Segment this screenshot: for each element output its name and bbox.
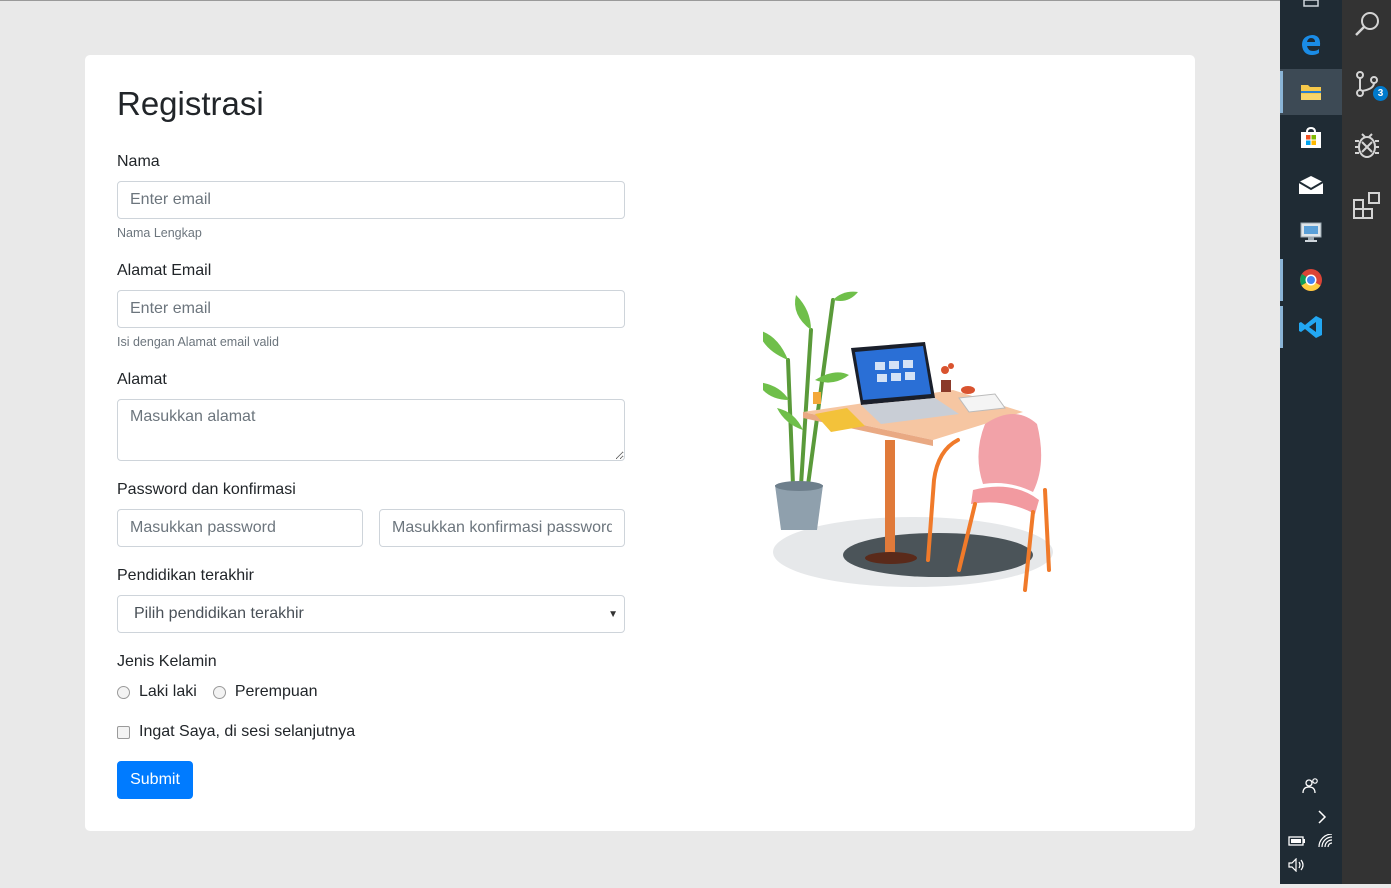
remember-label[interactable]: Ingat Saya, di sesi selanjutnya xyxy=(139,723,355,741)
pendidikan-label: Pendidikan terakhir xyxy=(117,567,254,584)
email-help: Isi dengan Alamat email valid xyxy=(117,335,279,349)
wifi-icon[interactable] xyxy=(1310,818,1342,864)
alamat-textarea[interactable] xyxy=(117,399,625,461)
remote-desktop-icon[interactable] xyxy=(1280,209,1342,255)
password-input[interactable] xyxy=(117,509,363,547)
page-title: Registrasi xyxy=(117,85,264,122)
pendidikan-selected: Pilih pendidikan terakhir xyxy=(134,605,304,622)
browser-top-border xyxy=(0,0,1280,1)
submit-button[interactable]: Submit xyxy=(117,761,193,799)
caret-down-icon: ▼ xyxy=(608,608,618,620)
nama-input[interactable] xyxy=(117,181,625,219)
password-confirm-input[interactable] xyxy=(379,509,625,547)
vscode-icon[interactable] xyxy=(1280,304,1342,350)
store-icon[interactable] xyxy=(1280,115,1342,161)
alamat-label: Alamat xyxy=(117,371,167,388)
remember-row: Ingat Saya, di sesi selanjutnya xyxy=(117,723,355,741)
email-input[interactable] xyxy=(117,290,625,328)
nama-label: Nama xyxy=(117,153,160,170)
radio-laki-laki-label[interactable]: Laki laki xyxy=(139,683,197,701)
radio-perempuan-label[interactable]: Perempuan xyxy=(235,683,318,701)
pendidikan-select[interactable]: Pilih pendidikan terakhir ▼ xyxy=(117,595,625,633)
extensions-icon[interactable] xyxy=(1342,181,1391,229)
radio-laki-laki[interactable] xyxy=(117,685,130,699)
volume-icon[interactable] xyxy=(1280,842,1314,888)
vscode-activity-bar: 3 xyxy=(1342,0,1391,884)
radio-perempuan[interactable] xyxy=(212,685,226,699)
mail-icon[interactable] xyxy=(1280,162,1342,208)
edge-icon[interactable] xyxy=(1280,21,1342,67)
registration-card: Registrasi Nama Nama Lengkap Alamat Emai… xyxy=(85,55,1195,831)
file-explorer-icon[interactable] xyxy=(1280,69,1342,115)
source-control-badge: 3 xyxy=(1373,86,1388,101)
debug-icon[interactable] xyxy=(1342,121,1391,169)
taskbar-partial-icon[interactable] xyxy=(1280,0,1342,10)
email-label: Alamat Email xyxy=(117,262,212,279)
source-control-icon[interactable] xyxy=(1342,60,1391,108)
nama-help: Nama Lengkap xyxy=(117,226,202,240)
chrome-icon[interactable] xyxy=(1280,257,1342,303)
remember-checkbox[interactable] xyxy=(117,725,130,739)
search-icon[interactable] xyxy=(1342,0,1391,48)
password-label: Password dan konfirmasi xyxy=(117,481,296,498)
windows-taskbar xyxy=(1280,0,1342,884)
gender-radio-group: Laki laki Perempuan xyxy=(117,683,318,701)
desk-illustration xyxy=(763,291,1053,592)
gender-label: Jenis Kelamin xyxy=(117,653,217,670)
